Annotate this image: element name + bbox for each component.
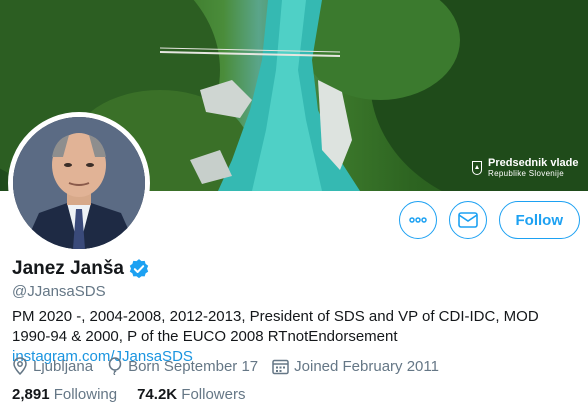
- profile-handle: @JJansaSDS: [12, 283, 106, 300]
- logo-subtitle: Republike Slovenije: [488, 169, 564, 178]
- balloon-icon: [108, 357, 122, 375]
- location: Ljubljana: [12, 357, 93, 375]
- profile-name-row: Janez Janša: [12, 258, 149, 280]
- joined-text: Joined February 2011: [294, 357, 439, 375]
- birthday: Born September 17: [107, 357, 258, 375]
- following-link[interactable]: 2,891 Following: [12, 386, 117, 403]
- more-icon: [408, 217, 427, 223]
- follow-button[interactable]: Follow: [498, 201, 580, 239]
- calendar-icon: [272, 359, 289, 374]
- avatar[interactable]: [8, 112, 150, 254]
- following-label: Following: [53, 386, 118, 403]
- profile-name: Janez Janša: [12, 258, 124, 279]
- verified-badge-icon: [129, 259, 149, 279]
- envelope-icon: [457, 212, 478, 228]
- profile-stats: 2,891 Following 74.2K Followers: [12, 386, 245, 403]
- location-text: Ljubljana: [33, 357, 94, 375]
- logo-title: Predsednik vlade: [488, 157, 579, 169]
- profile-meta: Ljubljana Born September 17 Joined Febru…: [12, 357, 439, 375]
- more-button[interactable]: [398, 201, 437, 239]
- following-count: 2,891: [12, 386, 50, 403]
- message-button[interactable]: [448, 201, 487, 239]
- government-logo: Predsednik vlade Republike Slovenije: [472, 157, 579, 179]
- followers-link[interactable]: 74.2K Followers: [137, 386, 245, 403]
- location-pin-icon: [13, 357, 27, 375]
- birthday-text: Born September 17: [128, 357, 259, 375]
- profile-actions: Follow: [398, 201, 580, 239]
- followers-label: Followers: [181, 386, 246, 403]
- bio-text: PM 2020 -, 2004-2008, 2012-2013, Preside…: [12, 308, 539, 345]
- avatar-portrait: [13, 117, 145, 249]
- join-date: Joined February 2011: [272, 357, 439, 375]
- crest-icon: [472, 161, 482, 175]
- followers-count: 74.2K: [137, 386, 178, 403]
